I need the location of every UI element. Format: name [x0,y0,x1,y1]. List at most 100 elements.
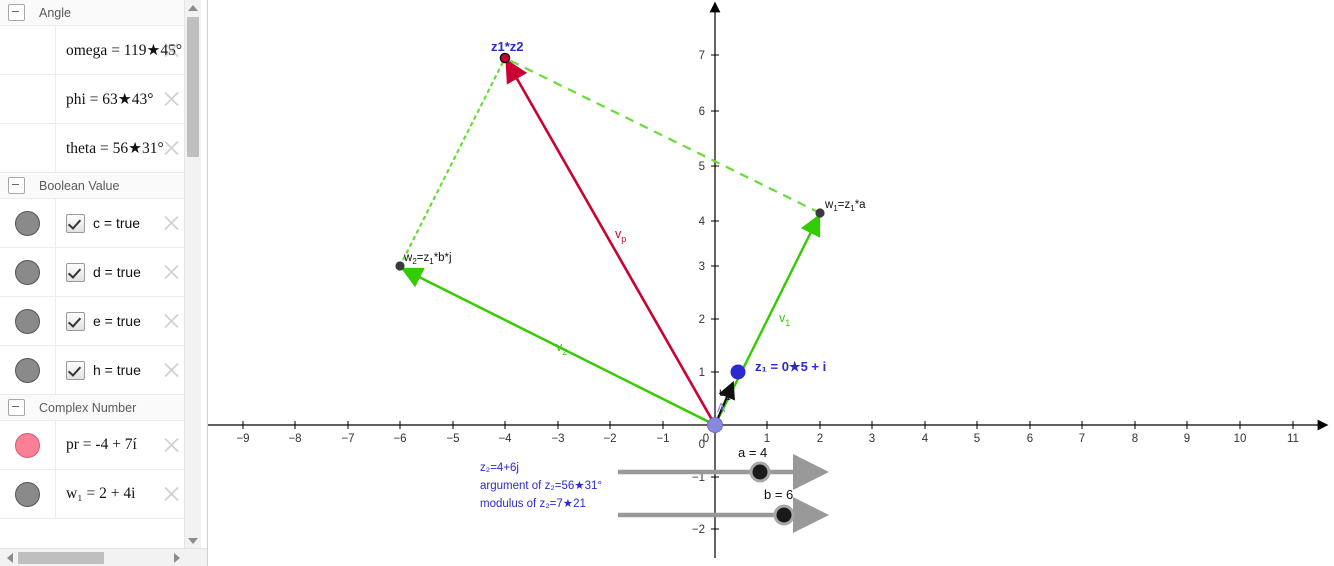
algebra-row[interactable]: d = true [0,248,186,297]
svg-text:−9: −9 [236,433,249,445]
point-w1 [815,208,825,218]
marble-cell [0,75,56,123]
svg-text:−8: −8 [288,433,301,445]
scroll-right-arrow-icon[interactable] [169,549,184,566]
visibility-marble[interactable] [15,210,40,236]
algebra-row[interactable]: e = true [0,297,186,346]
algebra-row[interactable]: w₁ = 2 + 4i [0,470,186,519]
svg-text:5: 5 [699,161,705,173]
group-header-complex-number[interactable]: Complex Number [0,395,186,421]
svg-text:−2: −2 [603,433,616,445]
label-point-w2: w2=z1*b*j [403,252,452,266]
sidebar-vertical-scrollbar[interactable] [184,0,201,548]
point-origin-A [707,417,723,433]
svg-text:2: 2 [699,314,705,326]
scroll-up-arrow-icon[interactable] [185,0,201,15]
svg-text:6: 6 [1027,433,1033,445]
marble-cell[interactable] [0,199,56,247]
close-x-icon[interactable] [163,215,180,232]
algebra-row[interactable]: h = true [0,346,186,395]
close-x-icon[interactable] [163,313,180,330]
collapse-toggle-icon[interactable] [8,177,25,194]
visibility-marble[interactable] [15,308,40,334]
collapse-toggle-icon[interactable] [8,399,25,416]
algebra-row[interactable]: theta = 56★31° [0,124,186,173]
label-vector-u1: u1 [719,385,731,402]
group-header-angle[interactable]: Angle [0,0,186,26]
svg-text:7: 7 [1079,433,1085,445]
algebra-row[interactable]: phi = 63★43° [0,75,186,124]
row-body[interactable]: omega = 119★45° [56,26,186,74]
marble-cell [0,124,56,172]
group-header-boolean-value[interactable]: Boolean Value [0,173,186,199]
argand-diagram: −9 −8 −7 −6 −5 −4 −3 −2 −1 0 12 34 56 78 9 10 … [208,1,1329,558]
visibility-marble[interactable] [15,357,40,383]
algebra-row-label: h = true [93,362,141,378]
close-x-icon[interactable] [163,140,180,157]
close-x-icon[interactable] [163,42,180,59]
sidebar-horizontal-scrollbar[interactable] [0,548,207,566]
close-x-icon[interactable] [163,91,180,108]
marble-cell[interactable] [0,346,56,394]
row-body[interactable]: w₁ = 2 + 4i [56,470,186,518]
slider-b-handle [773,504,795,526]
vector-vp [505,58,717,426]
scroll-down-arrow-icon[interactable] [185,533,201,548]
group-title: Complex Number [39,400,137,415]
label-point-origin-A: A [717,401,726,415]
algebra-list: Angle omega = 119★45° phi = 63★43° theta… [0,0,186,548]
algebra-row-label: c = true [93,215,141,231]
slider-b-caption: b = 6 [764,487,794,502]
note-z2-modulus: modulus of z₂=7★21 [480,498,586,510]
marble-cell[interactable] [0,470,56,518]
svg-text:−4: −4 [498,433,512,445]
row-body[interactable]: c = true [56,199,186,247]
label-vector-v1: v1 [779,311,790,328]
group-title: Angle [39,5,71,20]
row-body[interactable]: theta = 56★31° [56,124,186,172]
dashed-line-w1-to-z1z2 [504,57,821,214]
slider-a-caption: a = 4 [738,445,768,460]
point-z1z2 [499,52,511,64]
marble-cell [0,26,56,74]
collapse-toggle-icon[interactable] [8,4,25,21]
visibility-marble[interactable] [15,432,40,458]
svg-text:1: 1 [699,367,705,379]
boolean-checkbox[interactable] [66,311,85,331]
visibility-marble[interactable] [15,481,40,507]
marble-cell[interactable] [0,248,56,296]
label-vector-vp: vp [615,227,626,244]
close-x-icon[interactable] [163,437,180,454]
row-body[interactable]: h = true [56,346,186,394]
close-x-icon[interactable] [163,486,180,503]
svg-text:4: 4 [922,433,929,445]
scroll-left-arrow-icon[interactable] [2,549,17,566]
row-body[interactable]: phi = 63★43° [56,75,186,123]
row-body[interactable]: e = true [56,297,186,345]
marble-cell[interactable] [0,421,56,469]
algebra-row-label: w₁ = 2 + 4i [66,485,136,502]
svg-text:8: 8 [1132,433,1138,445]
vertical-scroll-thumb[interactable] [187,17,199,157]
algebra-row[interactable]: c = true [0,199,186,248]
algebra-row-label: phi = 63★43° [66,90,154,108]
visibility-marble[interactable] [15,259,40,285]
svg-text:3: 3 [869,433,875,445]
group-title: Boolean Value [39,178,120,193]
svg-text:10: 10 [1234,433,1247,445]
svg-text:6: 6 [699,106,705,118]
horizontal-scroll-thumb[interactable] [18,552,104,564]
close-x-icon[interactable] [163,264,180,281]
boolean-checkbox[interactable] [66,262,85,282]
algebra-row[interactable]: omega = 119★45° [0,26,186,75]
boolean-checkbox[interactable] [66,360,85,380]
row-body[interactable]: pr = -4 + 7í [56,421,186,469]
close-x-icon[interactable] [163,362,180,379]
label-vector-v2: v2 [556,340,567,357]
row-body[interactable]: d = true [56,248,186,296]
label-point-w1: w1=z1*a [824,199,866,213]
algebra-row[interactable]: pr = -4 + 7í [0,421,186,470]
graphics-view[interactable]: −9 −8 −7 −6 −5 −4 −3 −2 −1 0 12 34 56 78 9 10 … [208,0,1334,566]
marble-cell[interactable] [0,297,56,345]
boolean-checkbox[interactable] [66,213,85,233]
